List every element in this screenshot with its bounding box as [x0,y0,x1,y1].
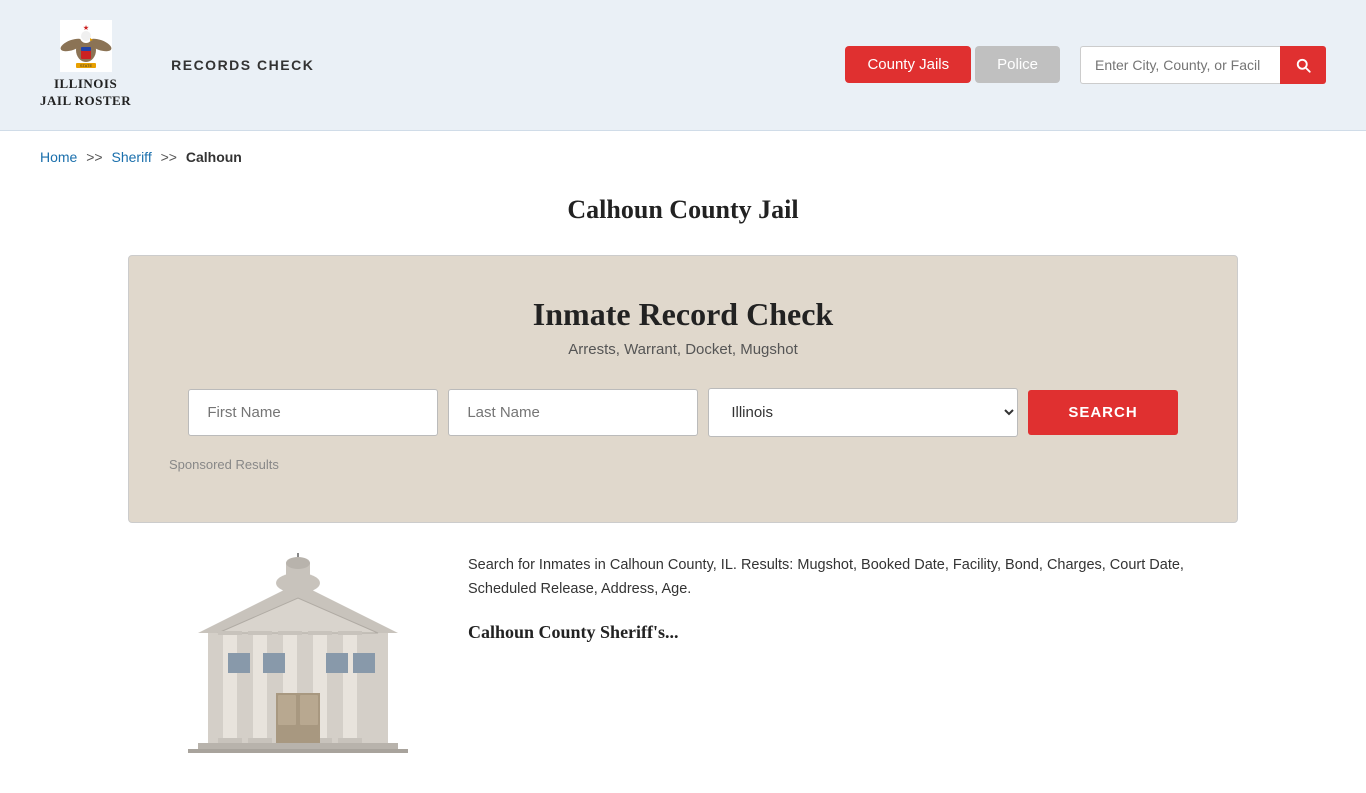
logo-link[interactable]: ★ STATE ILLINOIS JAIL ROSTER [40,20,131,110]
county-jails-button[interactable]: County Jails [845,46,971,83]
breadcrumb-current: Calhoun [186,149,242,165]
header-search-bar [1080,46,1326,84]
building-illustration [168,553,428,753]
header-search-input[interactable] [1080,46,1280,84]
header: ★ STATE ILLINOIS JAIL ROSTER RECORDS CHE… [0,0,1366,131]
description-section-title: Calhoun County Sheriff's... [468,622,1198,643]
logo-text: ILLINOIS JAIL ROSTER [40,76,131,110]
inmate-search-title: Inmate Record Check [169,296,1197,333]
description-area: Search for Inmates in Calhoun County, IL… [468,553,1198,651]
description-paragraph: Search for Inmates in Calhoun County, IL… [468,553,1198,602]
records-check-link[interactable]: RECORDS CHECK [171,57,314,73]
search-icon [1294,56,1312,74]
illinois-flag-icon: ★ STATE [60,20,112,72]
header-search-button[interactable] [1280,46,1326,84]
inmate-search-subtitle: Arrests, Warrant, Docket, Mugshot [169,341,1197,358]
search-fields: AlabamaAlaskaArizonaArkansasCaliforniaCo… [169,388,1197,437]
inmate-search-button[interactable]: SEARCH [1028,390,1177,435]
breadcrumb-home[interactable]: Home [40,149,77,165]
inmate-search-box: Inmate Record Check Arrests, Warrant, Do… [128,255,1238,523]
first-name-input[interactable] [188,389,438,436]
police-button[interactable]: Police [975,46,1060,83]
page-title-area: Calhoun County Jail [0,175,1366,255]
last-name-input[interactable] [448,389,698,436]
breadcrumb-sheriff[interactable]: Sheriff [112,149,152,165]
svg-text:STATE: STATE [79,63,92,68]
bottom-content: Search for Inmates in Calhoun County, IL… [128,553,1238,793]
svg-text:★: ★ [82,24,88,32]
state-select[interactable]: AlabamaAlaskaArizonaArkansasCaliforniaCo… [708,388,1018,437]
header-nav: County Jails Police [845,46,1326,84]
breadcrumb-sep1: >> [86,149,102,165]
sponsored-results: Sponsored Results [169,457,1197,472]
breadcrumb-sep2: >> [161,149,177,165]
breadcrumb: Home >> Sheriff >> Calhoun [0,131,1366,175]
building-icon [178,553,418,753]
page-title: Calhoun County Jail [40,195,1326,225]
